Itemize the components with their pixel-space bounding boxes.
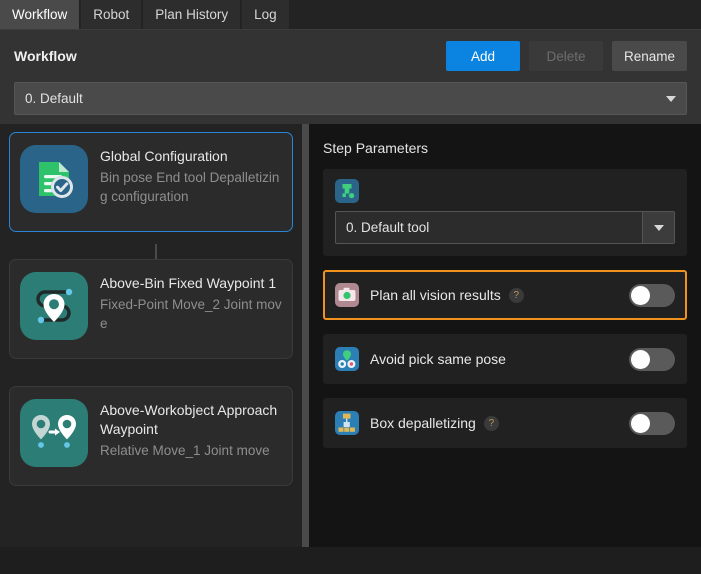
page-title: Workflow <box>14 48 437 64</box>
workflow-select-container: 0. Default <box>0 82 701 124</box>
document-check-icon <box>20 145 88 213</box>
step-card-subtitle: Fixed-Point Move_2 Joint move <box>100 295 282 333</box>
step-list[interactable]: Global Configuration Bin pose End tool D… <box>0 124 302 547</box>
step-card-title: Above-Workobject Approach Waypoint <box>100 401 282 439</box>
option-row-plan-all-vision-results[interactable]: Plan all vision results ? <box>323 270 687 320</box>
workflow-select-value: 0. Default <box>25 91 666 106</box>
end-tool-icon <box>335 179 359 203</box>
step-card-above-bin-fixed-waypoint[interactable]: Above-Bin Fixed Waypoint 1 Fixed-Point M… <box>9 259 293 359</box>
workflow-header: Workflow Add Delete Rename <box>0 30 701 82</box>
relative-waypoint-icon <box>20 399 88 467</box>
tool-panel: 0. Default tool <box>323 169 687 256</box>
step-parameters-heading: Step Parameters <box>323 140 687 156</box>
workflow-body: Global Configuration Bin pose End tool D… <box>0 124 701 547</box>
toggle-box-depalletizing[interactable] <box>629 412 675 435</box>
option-row-avoid-pick-same-pose[interactable]: Avoid pick same pose <box>323 334 687 384</box>
camera-icon <box>335 283 359 307</box>
rename-button[interactable]: Rename <box>612 41 687 71</box>
tab-robot[interactable]: Robot <box>81 0 141 29</box>
tab-bar: Workflow Robot Plan History Log <box>0 0 701 30</box>
toggle-avoid-pick-same-pose[interactable] <box>629 348 675 371</box>
option-row-box-depalletizing[interactable]: Box depalletizing ? <box>323 398 687 448</box>
step-card-subtitle: Bin pose End tool Depalletizing configur… <box>100 168 282 206</box>
help-icon[interactable]: ? <box>509 288 524 303</box>
option-label: Plan all vision results <box>370 287 501 303</box>
option-label: Avoid pick same pose <box>370 351 506 367</box>
option-label: Box depalletizing <box>370 415 476 431</box>
step-card-title: Above-Bin Fixed Waypoint 1 <box>100 274 282 293</box>
end-tool-select[interactable]: 0. Default tool <box>335 211 675 244</box>
step-card-subtitle: Relative Move_1 Joint move <box>100 441 282 460</box>
workflow-select[interactable]: 0. Default <box>14 82 687 115</box>
help-icon[interactable]: ? <box>484 416 499 431</box>
avoid-pose-icon <box>335 347 359 371</box>
toggle-plan-all-vision-results[interactable] <box>629 284 675 307</box>
chevron-down-icon <box>642 212 674 243</box>
end-tool-select-value: 0. Default tool <box>336 220 642 235</box>
fixed-waypoint-icon <box>20 272 88 340</box>
step-parameters-panel: Step Parameters 0. Default tool <box>309 124 701 547</box>
chevron-down-icon <box>666 96 676 102</box>
tab-log[interactable]: Log <box>242 0 289 29</box>
tab-plan-history[interactable]: Plan History <box>143 0 240 29</box>
add-button[interactable]: Add <box>446 41 520 71</box>
box-depalletizing-icon <box>335 411 359 435</box>
step-card-global-configuration[interactable]: Global Configuration Bin pose End tool D… <box>9 132 293 232</box>
tab-workflow[interactable]: Workflow <box>0 0 79 29</box>
delete-button: Delete <box>529 41 603 71</box>
step-list-scrollbar[interactable] <box>302 124 309 547</box>
step-card-title: Global Configuration <box>100 147 282 166</box>
step-card-above-workobject-approach-waypoint[interactable]: Above-Workobject Approach Waypoint Relat… <box>9 386 293 486</box>
